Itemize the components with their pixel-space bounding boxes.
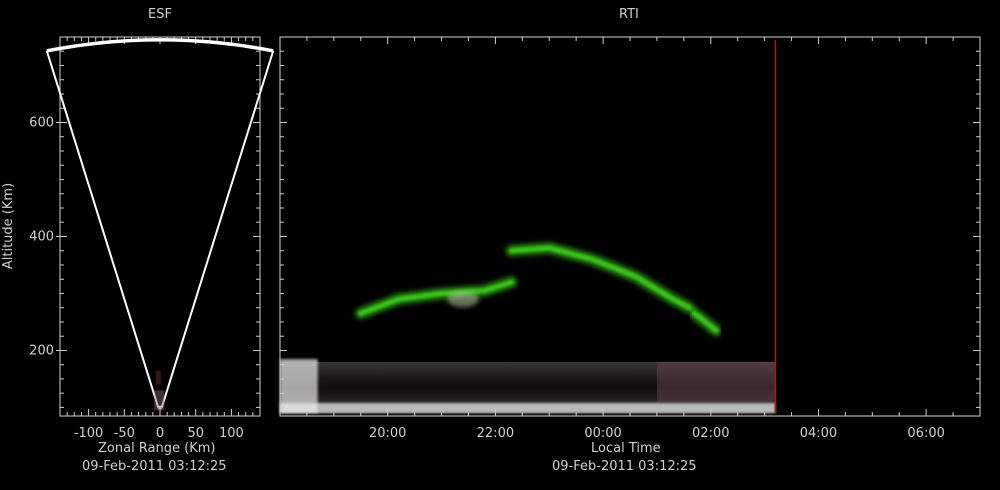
cone-left-edge: [45, 50, 160, 408]
rti-xtick-label: 06:00: [907, 426, 944, 441]
rti-xtick-label: 04:00: [800, 426, 837, 441]
rti-timestamp: 09-Feb-2011 03:12:25: [552, 459, 697, 474]
cone-top-arc: [46, 38, 274, 53]
esf-xtick-label: -100: [74, 426, 104, 441]
esf-panel: 200 400 600 -100 -50 0 50 100: [29, 36, 275, 441]
esf-echo-blob: [155, 370, 161, 385]
esf-ticks: 200 400 600 -100 -50 0 50 100: [29, 36, 260, 441]
esf-ytick-label: 400: [29, 229, 54, 244]
rti-noise-patch: [280, 359, 318, 414]
rti-xtick-label: 20:00: [369, 426, 406, 441]
esf-ytick-label: 600: [29, 115, 54, 130]
esf-xlabel: Zonal Range (Km): [98, 441, 216, 456]
esf-beam-cone: [45, 38, 275, 411]
rti-xtick-label: 00:00: [584, 426, 621, 441]
esf-ytick-label: 200: [29, 343, 54, 358]
chart-canvas: 200 400 600 -100 -50 0 50 100 20:00 22:00 00:00 02…: [1, 36, 981, 441]
esf-xtick-label: -50: [114, 426, 135, 441]
esf-xtick-label: 100: [219, 426, 244, 441]
esf-xtick-label: 50: [187, 426, 204, 441]
esf-plot-frame: [59, 36, 261, 417]
rti-xlabel: Local Time: [591, 441, 661, 456]
y-axis-label: Altitude (Km): [1, 183, 16, 269]
rti-xtick-label: 22:00: [477, 426, 514, 441]
rti-noise-patch: [656, 361, 776, 402]
rti-xtick-label: 02:00: [692, 426, 729, 441]
esf-echo-blob: [154, 390, 165, 411]
esf-timestamp: 09-Feb-2011 03:12:25: [82, 459, 227, 474]
rti-ground-echo: [280, 402, 776, 414]
esf-xtick-label: 0: [156, 426, 164, 441]
rti-echo-plume: [447, 291, 480, 308]
cone-right-edge: [160, 50, 275, 408]
rti-panel: 20:00 22:00 00:00 02:00 04:00 06:00: [279, 36, 981, 441]
